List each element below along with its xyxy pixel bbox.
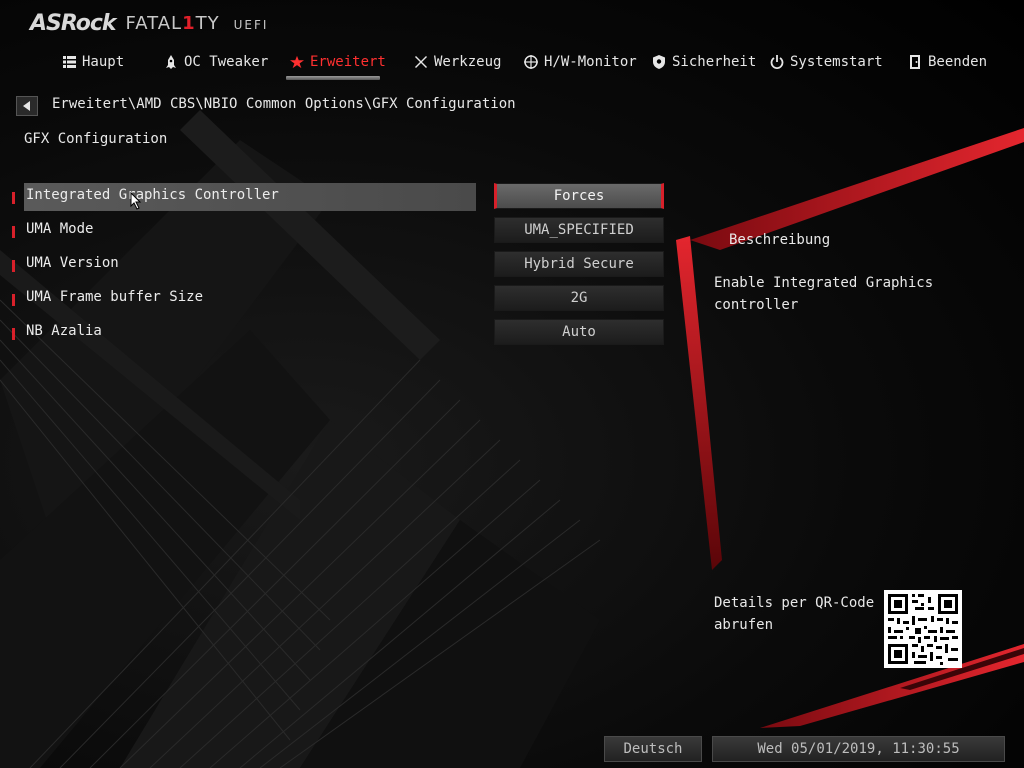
setting-row-integrated-graphics-controller[interactable]: Integrated Graphics Controller Forces bbox=[0, 183, 680, 211]
asrock-logo: ASRock FATAL1TY UEFI bbox=[30, 10, 268, 36]
row-marker bbox=[12, 192, 15, 204]
power-icon bbox=[770, 55, 784, 69]
datetime-display: Wed 05/01/2019, 11:30:55 bbox=[712, 736, 1005, 762]
tab-label: Haupt bbox=[82, 54, 125, 70]
qr-code-icon bbox=[888, 594, 958, 665]
main-nav: Haupt OC Tweaker Erweitert Werkzeug H/W-… bbox=[0, 48, 1024, 80]
description-text: Enable Integrated Graphics controller bbox=[714, 275, 934, 313]
setting-value-dropdown[interactable]: UMA_SPECIFIED bbox=[494, 217, 664, 243]
logo-uefi: UEFI bbox=[233, 18, 269, 32]
tab-oc-tweaker[interactable]: OC Tweaker bbox=[164, 48, 268, 76]
tab-beenden[interactable]: Beenden bbox=[908, 48, 987, 76]
setting-label: Integrated Graphics Controller bbox=[26, 187, 279, 203]
breadcrumb: Erweitert\AMD CBS\NBIO Common Options\GF… bbox=[52, 96, 516, 112]
tab-label: OC Tweaker bbox=[184, 54, 269, 70]
setting-row-uma-mode[interactable]: UMA Mode UMA_SPECIFIED bbox=[0, 217, 680, 245]
setting-row-nb-azalia[interactable]: NB Azalia Auto bbox=[0, 319, 680, 347]
tab-label: Beenden bbox=[928, 54, 988, 70]
tab-sicherheit[interactable]: Sicherheit bbox=[652, 48, 756, 76]
tab-haupt[interactable]: Haupt bbox=[62, 48, 124, 76]
setting-value-dropdown[interactable]: Hybrid Secure bbox=[494, 251, 664, 277]
setting-value-dropdown[interactable]: Auto bbox=[494, 319, 664, 345]
tab-hw-monitor[interactable]: H/W-Monitor bbox=[524, 48, 637, 76]
setting-value-dropdown[interactable]: Forces bbox=[494, 183, 664, 209]
logo-series: FATAL1TY bbox=[125, 12, 220, 34]
tab-label: Werkzeug bbox=[434, 54, 502, 70]
setting-label: NB Azalia bbox=[26, 323, 102, 339]
tools-icon bbox=[414, 55, 428, 69]
star-icon bbox=[290, 55, 304, 69]
page-title: GFX Configuration bbox=[24, 131, 168, 147]
description-title: Beschreibung bbox=[729, 232, 831, 248]
setting-label: UMA Mode bbox=[26, 221, 94, 237]
list-icon bbox=[62, 55, 76, 69]
row-marker bbox=[12, 328, 15, 340]
tab-label: H/W-Monitor bbox=[544, 54, 637, 70]
shield-icon bbox=[652, 55, 666, 69]
tab-erweitert[interactable]: Erweitert bbox=[290, 48, 386, 76]
row-marker bbox=[12, 226, 15, 238]
setting-label: UMA Version bbox=[26, 255, 119, 271]
setting-value-dropdown[interactable]: 2G bbox=[494, 285, 664, 311]
exit-door-icon bbox=[908, 55, 922, 69]
qr-code-label: Details per QR-Code abrufen bbox=[714, 595, 875, 633]
tab-systemstart[interactable]: Systemstart bbox=[770, 48, 883, 76]
language-button[interactable]: Deutsch bbox=[604, 736, 702, 762]
setting-row-uma-version[interactable]: UMA Version Hybrid Secure bbox=[0, 251, 680, 279]
row-marker bbox=[12, 260, 15, 272]
tab-label: Erweitert bbox=[310, 54, 386, 70]
qr-code bbox=[884, 590, 962, 668]
tab-label: Systemstart bbox=[790, 54, 883, 70]
setting-label: UMA Frame buffer Size bbox=[26, 289, 204, 305]
back-button[interactable] bbox=[16, 96, 38, 116]
setting-row-uma-frame-buffer-size[interactable]: UMA Frame buffer Size 2G bbox=[0, 285, 680, 313]
background-artwork bbox=[0, 110, 1024, 768]
bios-screen: ASRock FATAL1TY UEFI Haupt OC Tweaker Er… bbox=[0, 0, 1024, 768]
active-tab-indicator bbox=[286, 76, 380, 80]
logo-brand: ASRock bbox=[30, 10, 117, 36]
crosshair-icon bbox=[524, 55, 538, 69]
back-arrow-icon bbox=[23, 101, 30, 111]
tab-label: Sicherheit bbox=[672, 54, 757, 70]
tab-werkzeug[interactable]: Werkzeug bbox=[414, 48, 501, 76]
rocket-icon bbox=[164, 55, 178, 69]
mouse-cursor-icon bbox=[130, 192, 142, 210]
row-marker bbox=[12, 294, 15, 306]
